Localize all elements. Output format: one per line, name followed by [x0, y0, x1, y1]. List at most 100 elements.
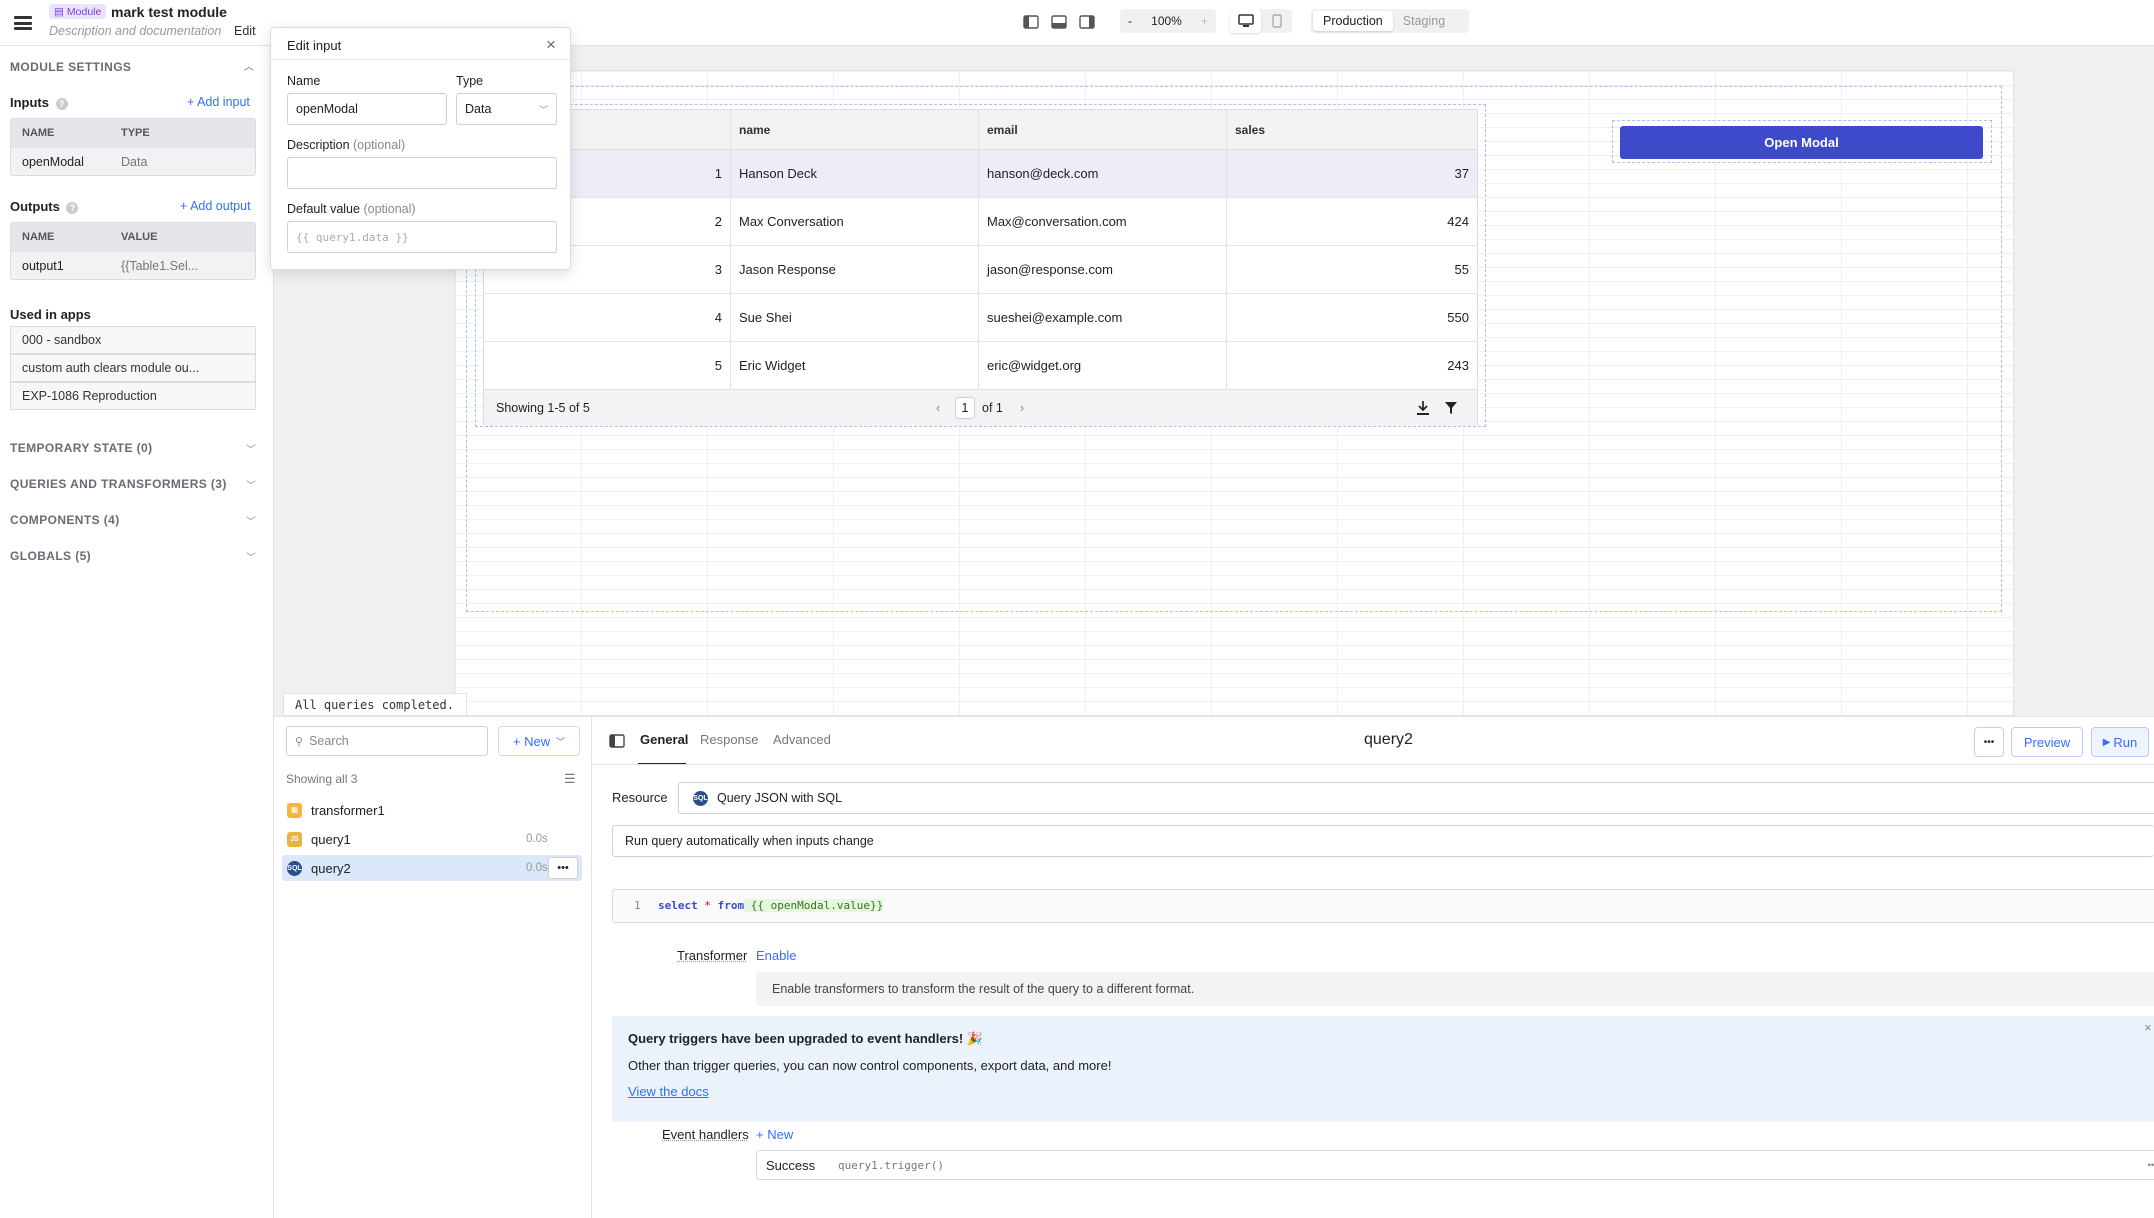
name-input[interactable]: openModal: [287, 93, 447, 125]
device-toggle: [1230, 9, 1292, 33]
query-duration: 0.0s: [526, 862, 548, 874]
event-action: query1.trigger(): [838, 1158, 944, 1172]
edit-description-link[interactable]: Edit: [234, 24, 256, 38]
outputs-col-name: NAME: [22, 231, 55, 243]
query-duration: 0.0s: [526, 833, 548, 845]
module-badge: ▤ Module: [49, 4, 107, 19]
transformer-description: Enable transformers to transform the res…: [756, 972, 2154, 1006]
inputs-label: Inputs ?: [10, 95, 68, 110]
more-options-icon[interactable]: ••: [2148, 1160, 2154, 1170]
chevron-down-icon: ﹀: [246, 444, 256, 456]
collapse-settings-icon[interactable]: ︿: [244, 58, 254, 73]
chevron-down-icon: ﹀: [556, 736, 566, 747]
output-row[interactable]: output1 {{Table1.Sel...: [11, 251, 255, 279]
code-line-number: 1: [634, 899, 641, 912]
edit-input-popover: Edit input × Name Type openModal Data ﹀ D…: [270, 27, 572, 270]
new-event-handler-link[interactable]: + New: [756, 1127, 793, 1142]
banner-text: Other than trigger queries, you can now …: [628, 1058, 1112, 1073]
module-settings-heading: MODULE SETTINGS: [10, 60, 132, 74]
add-input-link[interactable]: + Add input: [187, 95, 250, 109]
input-row[interactable]: openModal Data: [11, 147, 255, 175]
inputs-col-type: TYPE: [121, 127, 150, 139]
section-queries-transformers[interactable]: QUERIES AND TRANSFORMERS (3) ﹀: [10, 474, 256, 494]
zoom-out-button[interactable]: -: [1128, 14, 1132, 28]
filter-settings-icon[interactable]: ☰: [564, 771, 576, 787]
module-settings-sidebar: MODULE SETTINGS ︿ Inputs ? + Add input N…: [0, 46, 274, 1218]
query-showing-count: Showing all 3: [286, 772, 358, 786]
query-item-transformer1[interactable]: ▥ transformer1: [282, 797, 582, 823]
resource-label: Resource: [612, 790, 668, 805]
close-icon[interactable]: ×: [546, 35, 556, 55]
output-value: {{Table1.Sel...: [121, 258, 199, 273]
zoom-level: 100%: [1151, 14, 1182, 28]
table-selection-outline: [475, 104, 1486, 427]
app-item[interactable]: EXP-1086 Reproduction: [10, 382, 256, 410]
inputs-table: NAME TYPE openModal Data: [10, 118, 256, 176]
module-description[interactable]: Description and documentation: [49, 24, 221, 38]
env-staging-tab[interactable]: Staging: [1393, 14, 1455, 28]
section-temporary-state[interactable]: TEMPORARY STATE (0) ﹀: [10, 438, 256, 458]
tab-advanced[interactable]: Advanced: [773, 732, 831, 747]
outputs-table: NAME VALUE output1 {{Table1.Sel...: [10, 222, 256, 280]
open-modal-button[interactable]: Open Modal: [1620, 126, 1983, 159]
name-label: Name: [287, 74, 321, 88]
outputs-col-value: VALUE: [121, 231, 158, 243]
output-name: output1: [22, 258, 64, 273]
run-mode-select[interactable]: Run query automatically when inputs chan…: [612, 825, 2154, 857]
resource-select[interactable]: SQL Query JSON with SQL: [678, 782, 2154, 814]
layout-bottom-panel-icon[interactable]: [1051, 15, 1067, 32]
sql-query-icon: SQL: [287, 860, 302, 876]
search-icon: ⚲: [295, 735, 304, 748]
add-output-link[interactable]: + Add output: [180, 199, 251, 213]
used-in-apps-label: Used in apps: [10, 307, 91, 322]
enable-transformer-link[interactable]: Enable: [756, 948, 796, 963]
zoom-in-button[interactable]: +: [1201, 14, 1208, 28]
query-item-query1[interactable]: JS query1 0.0s: [282, 826, 582, 852]
query-more-options-button[interactable]: •••: [1974, 727, 2004, 757]
tab-response[interactable]: Response: [700, 732, 759, 747]
desktop-icon[interactable]: [1230, 9, 1261, 33]
type-label: Type: [456, 74, 484, 88]
app-item[interactable]: 000 - sandbox: [10, 326, 256, 354]
query-search-input[interactable]: ⚲ Search: [286, 726, 488, 756]
event-handlers-label: Event handlers: [662, 1127, 749, 1142]
view-docs-link[interactable]: View the docs: [628, 1084, 709, 1099]
chevron-down-icon: ﹀: [246, 516, 256, 528]
type-select-value: Data: [465, 102, 492, 116]
toggle-sidebar-icon[interactable]: [609, 734, 625, 751]
banner-title: Query triggers have been upgraded to eve…: [628, 1031, 983, 1046]
layout-left-panel-icon[interactable]: [1023, 15, 1039, 32]
code-line: select * from {{ openModal.value}}: [658, 899, 884, 912]
chevron-down-icon: ﹀: [538, 104, 548, 115]
type-select[interactable]: Data ﹀: [456, 93, 557, 125]
run-button[interactable]: ▶ Run: [2091, 727, 2149, 757]
event-handler-row[interactable]: Success query1.trigger() ••: [756, 1150, 2154, 1180]
menu-icon[interactable]: [14, 15, 34, 31]
query-list-panel: ⚲ Search + New ﹀ Showing all 3 ☰ ▥ transfor…: [274, 716, 592, 1218]
default-value-label: Default value (optional): [287, 202, 416, 216]
mobile-icon[interactable]: [1261, 9, 1292, 33]
section-components[interactable]: COMPONENTS (4) ﹀: [10, 510, 256, 530]
popover-title: Edit input: [287, 38, 342, 53]
preview-button[interactable]: Preview: [2011, 727, 2083, 757]
help-icon[interactable]: ?: [66, 202, 79, 214]
tab-general[interactable]: General: [640, 732, 688, 747]
zoom-control: - 100% +: [1120, 9, 1216, 33]
query-title[interactable]: query2: [1364, 731, 1413, 749]
description-input[interactable]: [287, 157, 557, 189]
transformer-label: Transformer: [677, 948, 748, 963]
layout-right-panel-icon[interactable]: [1079, 15, 1095, 32]
app-item[interactable]: custom auth clears module ou...: [10, 354, 256, 382]
transformer-icon: ▥: [287, 802, 302, 818]
module-title[interactable]: mark test module: [111, 4, 227, 20]
default-value-input[interactable]: {{ query1.data }}: [287, 221, 557, 253]
help-icon[interactable]: ?: [55, 98, 68, 110]
section-globals[interactable]: GLOBALS (5) ﹀: [10, 546, 256, 566]
env-production-tab[interactable]: Production: [1313, 11, 1393, 31]
query-item-query2[interactable]: SQL query2 0.0s •••: [282, 855, 582, 881]
new-query-button[interactable]: + New ﹀: [498, 726, 580, 756]
inputs-col-name: NAME: [22, 127, 55, 139]
close-icon[interactable]: ×: [2144, 1020, 2152, 1035]
more-options-icon[interactable]: •••: [548, 857, 578, 879]
event-type: Success: [766, 1157, 816, 1173]
